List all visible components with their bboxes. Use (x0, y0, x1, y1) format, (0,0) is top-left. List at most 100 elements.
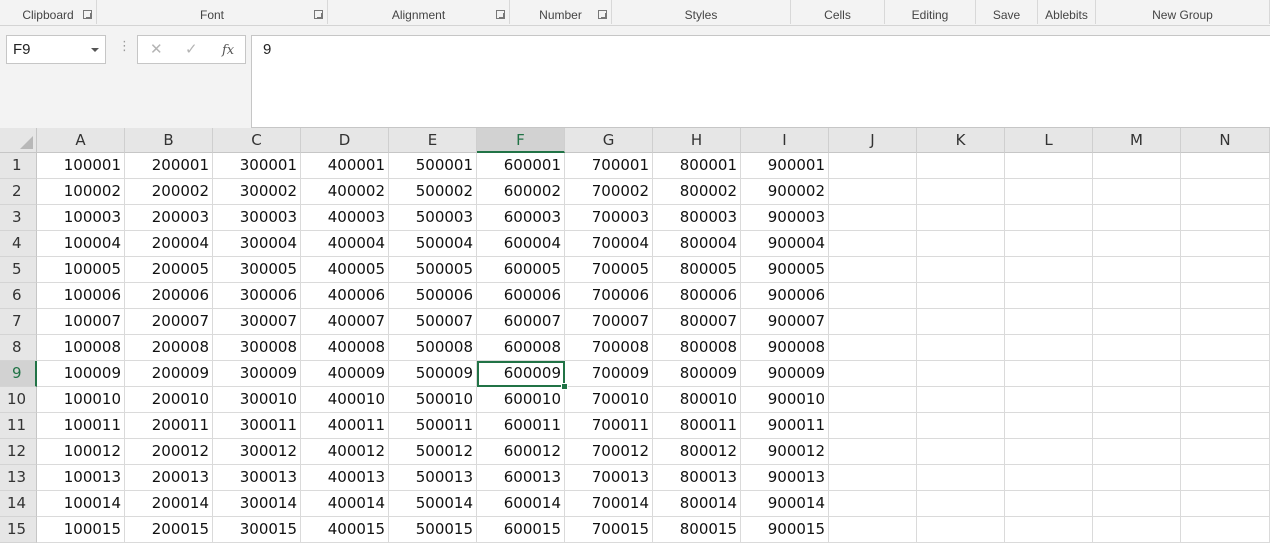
cell-k10[interactable] (917, 387, 1005, 413)
cell-g3[interactable]: 700003 (565, 205, 653, 231)
row-header-11[interactable]: 11 (0, 413, 37, 439)
cell-d14[interactable]: 400014 (301, 491, 389, 517)
dialog-launcher-icon[interactable] (496, 10, 505, 19)
cell-i12[interactable]: 900012 (741, 439, 829, 465)
cell-e11[interactable]: 500011 (389, 413, 477, 439)
cell-l13[interactable] (1005, 465, 1093, 491)
cell-i1[interactable]: 900001 (741, 153, 829, 179)
cell-h15[interactable]: 800015 (653, 517, 741, 543)
insert-function-icon[interactable]: fx (222, 41, 234, 61)
cell-g13[interactable]: 700013 (565, 465, 653, 491)
cell-d9[interactable]: 400009 (301, 361, 389, 387)
cell-i9[interactable]: 900009 (741, 361, 829, 387)
cell-e9[interactable]: 500009 (389, 361, 477, 387)
cell-j5[interactable] (829, 257, 917, 283)
cell-e5[interactable]: 500005 (389, 257, 477, 283)
cell-k12[interactable] (917, 439, 1005, 465)
column-header-m[interactable]: M (1093, 128, 1181, 153)
cell-a6[interactable]: 100006 (37, 283, 125, 309)
cell-b8[interactable]: 200008 (125, 335, 213, 361)
cell-a7[interactable]: 100007 (37, 309, 125, 335)
cell-e14[interactable]: 500014 (389, 491, 477, 517)
cell-n9[interactable] (1181, 361, 1270, 387)
cell-b9[interactable]: 200009 (125, 361, 213, 387)
row-header-15[interactable]: 15 (0, 517, 37, 543)
cell-m9[interactable] (1093, 361, 1181, 387)
row-header-12[interactable]: 12 (0, 439, 37, 465)
cell-k9[interactable] (917, 361, 1005, 387)
cell-j6[interactable] (829, 283, 917, 309)
cell-a10[interactable]: 100010 (37, 387, 125, 413)
cell-i3[interactable]: 900003 (741, 205, 829, 231)
cell-d13[interactable]: 400013 (301, 465, 389, 491)
cell-b4[interactable]: 200004 (125, 231, 213, 257)
cell-a13[interactable]: 100013 (37, 465, 125, 491)
cell-e4[interactable]: 500004 (389, 231, 477, 257)
select-all-corner[interactable] (0, 128, 37, 153)
column-header-k[interactable]: K (917, 128, 1005, 153)
cell-g11[interactable]: 700011 (565, 413, 653, 439)
cell-i11[interactable]: 900011 (741, 413, 829, 439)
column-header-i[interactable]: I (741, 128, 829, 153)
cell-m14[interactable] (1093, 491, 1181, 517)
dialog-launcher-icon[interactable] (314, 10, 323, 19)
cell-n2[interactable] (1181, 179, 1270, 205)
more-options-icon[interactable]: ⋮ (118, 39, 131, 53)
cell-h6[interactable]: 800006 (653, 283, 741, 309)
cell-k6[interactable] (917, 283, 1005, 309)
cell-e12[interactable]: 500012 (389, 439, 477, 465)
cell-f2[interactable]: 600002 (477, 179, 565, 205)
column-header-e[interactable]: E (389, 128, 477, 153)
cell-b5[interactable]: 200005 (125, 257, 213, 283)
cell-g14[interactable]: 700014 (565, 491, 653, 517)
cell-h10[interactable]: 800010 (653, 387, 741, 413)
cell-i6[interactable]: 900006 (741, 283, 829, 309)
cell-j1[interactable] (829, 153, 917, 179)
row-header-7[interactable]: 7 (0, 309, 37, 335)
chevron-down-icon[interactable] (91, 48, 99, 52)
cell-h1[interactable]: 800001 (653, 153, 741, 179)
row-header-10[interactable]: 10 (0, 387, 37, 413)
cell-i4[interactable]: 900004 (741, 231, 829, 257)
cell-c10[interactable]: 300010 (213, 387, 301, 413)
cell-c5[interactable]: 300005 (213, 257, 301, 283)
cell-l7[interactable] (1005, 309, 1093, 335)
name-box-value[interactable]: F9 (13, 41, 31, 58)
cell-g6[interactable]: 700006 (565, 283, 653, 309)
cell-h4[interactable]: 800004 (653, 231, 741, 257)
cell-a11[interactable]: 100011 (37, 413, 125, 439)
cell-d6[interactable]: 400006 (301, 283, 389, 309)
cell-h3[interactable]: 800003 (653, 205, 741, 231)
row-header-1[interactable]: 1 (0, 153, 37, 179)
cell-f13[interactable]: 600013 (477, 465, 565, 491)
cell-l15[interactable] (1005, 517, 1093, 543)
cell-b12[interactable]: 200012 (125, 439, 213, 465)
cell-i15[interactable]: 900015 (741, 517, 829, 543)
cell-a14[interactable]: 100014 (37, 491, 125, 517)
cell-n4[interactable] (1181, 231, 1270, 257)
cell-n7[interactable] (1181, 309, 1270, 335)
cell-l10[interactable] (1005, 387, 1093, 413)
cell-j9[interactable] (829, 361, 917, 387)
cell-j12[interactable] (829, 439, 917, 465)
cell-m2[interactable] (1093, 179, 1181, 205)
cell-l2[interactable] (1005, 179, 1093, 205)
cell-d2[interactable]: 400002 (301, 179, 389, 205)
cell-a9[interactable]: 100009 (37, 361, 125, 387)
cell-n6[interactable] (1181, 283, 1270, 309)
column-header-g[interactable]: G (565, 128, 653, 153)
cell-h12[interactable]: 800012 (653, 439, 741, 465)
cell-k3[interactable] (917, 205, 1005, 231)
cell-f8[interactable]: 600008 (477, 335, 565, 361)
cell-k13[interactable] (917, 465, 1005, 491)
row-header-9[interactable]: 9 (0, 361, 37, 387)
cell-n5[interactable] (1181, 257, 1270, 283)
cell-m12[interactable] (1093, 439, 1181, 465)
cell-e13[interactable]: 500013 (389, 465, 477, 491)
cell-f3[interactable]: 600003 (477, 205, 565, 231)
row-header-3[interactable]: 3 (0, 205, 37, 231)
cell-k5[interactable] (917, 257, 1005, 283)
cell-f11[interactable]: 600011 (477, 413, 565, 439)
cell-j15[interactable] (829, 517, 917, 543)
cell-i5[interactable]: 900005 (741, 257, 829, 283)
